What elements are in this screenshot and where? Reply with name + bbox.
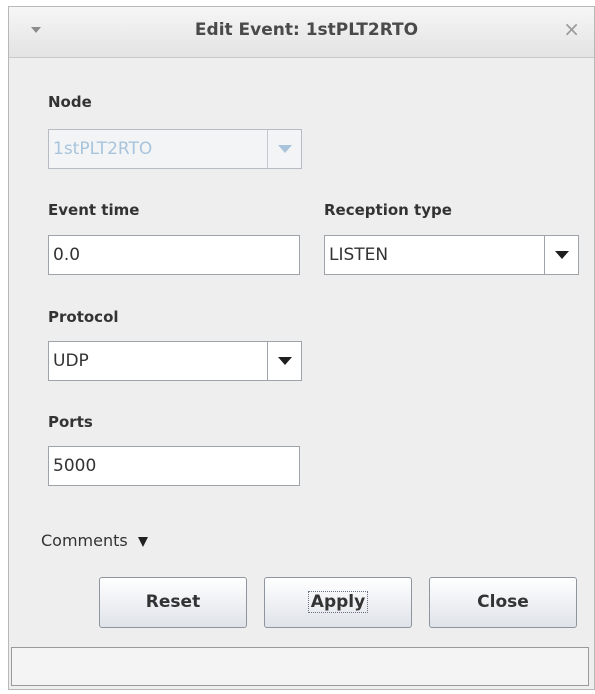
ports-input[interactable]: 5000 [48, 446, 300, 486]
protocol-value: UDP [53, 351, 89, 371]
chevron-down-icon [278, 145, 292, 153]
apply-button[interactable]: Apply [264, 577, 412, 628]
triangle-down-icon [137, 536, 148, 547]
node-value: 1stPLT2RTO [53, 139, 153, 159]
reception-type-dropdown-button[interactable] [544, 236, 578, 274]
comments-label: Comments [41, 531, 128, 550]
comments-toggle[interactable]: Comments [41, 531, 148, 550]
protocol-dropdown-button[interactable] [267, 342, 301, 380]
node-dropdown-button [267, 130, 301, 168]
reset-button[interactable]: Reset [99, 577, 247, 628]
close-button[interactable]: Close [429, 577, 577, 628]
node-combobox: 1stPLT2RTO [48, 129, 302, 169]
edit-event-dialog: Edit Event: 1stPLT2RTO × Node 1stPLT2RTO… [8, 6, 595, 690]
dialog-title: Edit Event: 1stPLT2RTO [194, 20, 419, 40]
chevron-down-icon [555, 251, 569, 259]
event-time-input[interactable]: 0.0 [48, 235, 300, 275]
close-icon[interactable]: × [563, 19, 580, 39]
event-time-label: Event time [48, 201, 140, 219]
reception-type-label: Reception type [324, 201, 452, 219]
protocol-combobox[interactable]: UDP [48, 341, 302, 381]
status-bar [11, 647, 589, 686]
protocol-label: Protocol [48, 308, 119, 326]
ports-label: Ports [48, 413, 93, 431]
node-label: Node [48, 93, 92, 111]
apply-button-label: Apply [307, 591, 369, 613]
chevron-down-icon [278, 357, 292, 365]
reception-type-combobox[interactable]: LISTEN [324, 235, 579, 275]
reception-type-value: LISTEN [329, 245, 389, 265]
title-bar[interactable]: Edit Event: 1stPLT2RTO × [9, 7, 594, 58]
